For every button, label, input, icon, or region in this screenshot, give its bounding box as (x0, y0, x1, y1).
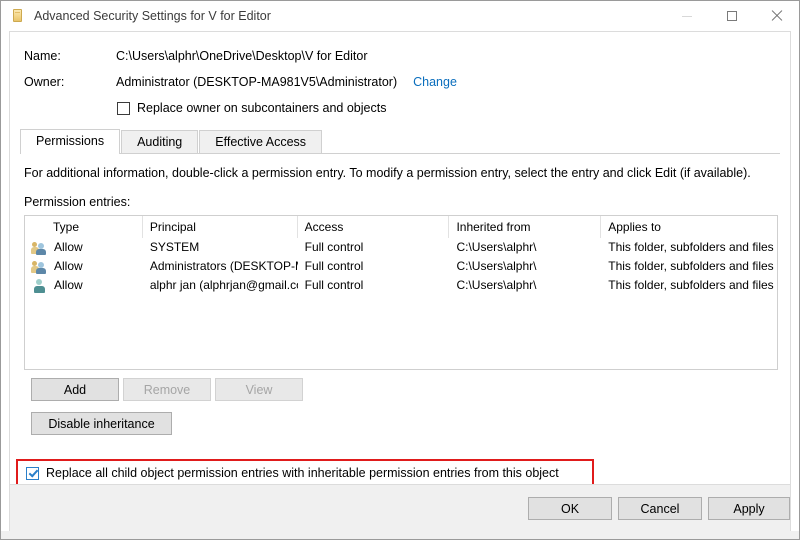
row-type: Allow (54, 238, 83, 257)
table-row[interactable]: Allow SYSTEM Full control C:\Users\alphr… (25, 238, 777, 257)
row-type: Allow (54, 276, 83, 295)
row-principal: Administrators (DESKTOP-MA... (143, 257, 298, 276)
column-header-type[interactable]: Type (25, 216, 143, 238)
remove-button[interactable]: Remove (123, 378, 211, 401)
row-inherited-from: C:\Users\alphr\ (449, 238, 601, 257)
folder-icon (10, 8, 26, 24)
row-principal: SYSTEM (143, 238, 298, 257)
owner-value: Administrator (DESKTOP-MA981V5\Administr… (116, 75, 397, 89)
close-icon (771, 10, 783, 22)
dialog-footer: OK Cancel Apply (9, 484, 791, 531)
permissions-info-text: For additional information, double-click… (24, 166, 751, 180)
advanced-security-settings-window: Advanced Security Settings for V for Edi… (0, 0, 800, 540)
apply-button[interactable]: Apply (708, 497, 790, 520)
owner-label: Owner: (24, 75, 116, 89)
row-applies-to: This folder, subfolders and files (601, 238, 777, 257)
close-button[interactable] (754, 1, 799, 31)
table-row[interactable]: Allow Administrators (DESKTOP-MA... Full… (25, 257, 777, 276)
cancel-button[interactable]: Cancel (618, 497, 702, 520)
row-access: Full control (298, 276, 450, 295)
row-applies-to: This folder, subfolders and files (601, 276, 777, 295)
add-button[interactable]: Add (31, 378, 119, 401)
row-inherited-from: C:\Users\alphr\ (449, 257, 601, 276)
column-header-applies-to[interactable]: Applies to (601, 216, 777, 238)
replace-all-label: Replace all child object permission entr… (46, 466, 559, 480)
replace-owner-checkbox[interactable] (117, 102, 130, 115)
window-title: Advanced Security Settings for V for Edi… (34, 9, 271, 23)
row-inherited-from: C:\Users\alphr\ (449, 276, 601, 295)
replace-all-checkbox-row[interactable]: Replace all child object permission entr… (26, 466, 559, 480)
row-principal: alphr jan (alphrjan@gmail.co... (143, 276, 298, 295)
minimize-button[interactable] (664, 1, 709, 31)
name-row: Name: C:\Users\alphr\OneDrive\Desktop\V … (24, 49, 367, 63)
group-icon (32, 260, 48, 274)
table-row[interactable]: Allow alphr jan (alphrjan@gmail.co... Fu… (25, 276, 777, 295)
replace-owner-checkbox-row[interactable]: Replace owner on subcontainers and objec… (117, 101, 386, 115)
tab-permissions[interactable]: Permissions (20, 129, 120, 153)
maximize-button[interactable] (709, 1, 754, 31)
owner-row: Owner: Administrator (DESKTOP-MA981V5\Ad… (24, 75, 457, 89)
permission-entries-label: Permission entries: (24, 195, 130, 209)
column-header-principal[interactable]: Principal (143, 216, 298, 238)
tab-effective-access-label: Effective Access (215, 135, 306, 149)
change-owner-link[interactable]: Change (413, 75, 457, 89)
column-header-inherited-from[interactable]: Inherited from (449, 216, 601, 238)
tab-permissions-label: Permissions (36, 134, 104, 148)
disable-inheritance-button[interactable]: Disable inheritance (31, 412, 172, 435)
tab-auditing[interactable]: Auditing (121, 130, 198, 153)
ok-button[interactable]: OK (528, 497, 612, 520)
replace-all-checkbox[interactable] (26, 467, 39, 480)
maximize-icon (727, 11, 737, 21)
window-controls (664, 1, 799, 31)
row-applies-to: This folder, subfolders and files (601, 257, 777, 276)
view-button[interactable]: View (215, 378, 303, 401)
tab-effective-access[interactable]: Effective Access (199, 130, 322, 153)
dialog-content: Name: C:\Users\alphr\OneDrive\Desktop\V … (9, 31, 791, 484)
list-header-row: Type Principal Access Inherited from App… (25, 216, 777, 238)
user-icon (32, 279, 48, 293)
tab-auditing-label: Auditing (137, 135, 182, 149)
row-type: Allow (54, 257, 83, 276)
group-icon (32, 241, 48, 255)
title-bar: Advanced Security Settings for V for Edi… (1, 1, 799, 31)
replace-owner-label: Replace owner on subcontainers and objec… (137, 101, 386, 115)
column-header-access[interactable]: Access (298, 216, 450, 238)
row-access: Full control (298, 257, 450, 276)
minimize-icon (682, 16, 692, 17)
name-value: C:\Users\alphr\OneDrive\Desktop\V for Ed… (116, 49, 367, 63)
permission-entries-list[interactable]: Type Principal Access Inherited from App… (24, 215, 778, 370)
name-label: Name: (24, 49, 116, 63)
tab-strip: Permissions Auditing Effective Access (20, 129, 780, 154)
footer-spacer (1, 531, 799, 539)
row-access: Full control (298, 238, 450, 257)
